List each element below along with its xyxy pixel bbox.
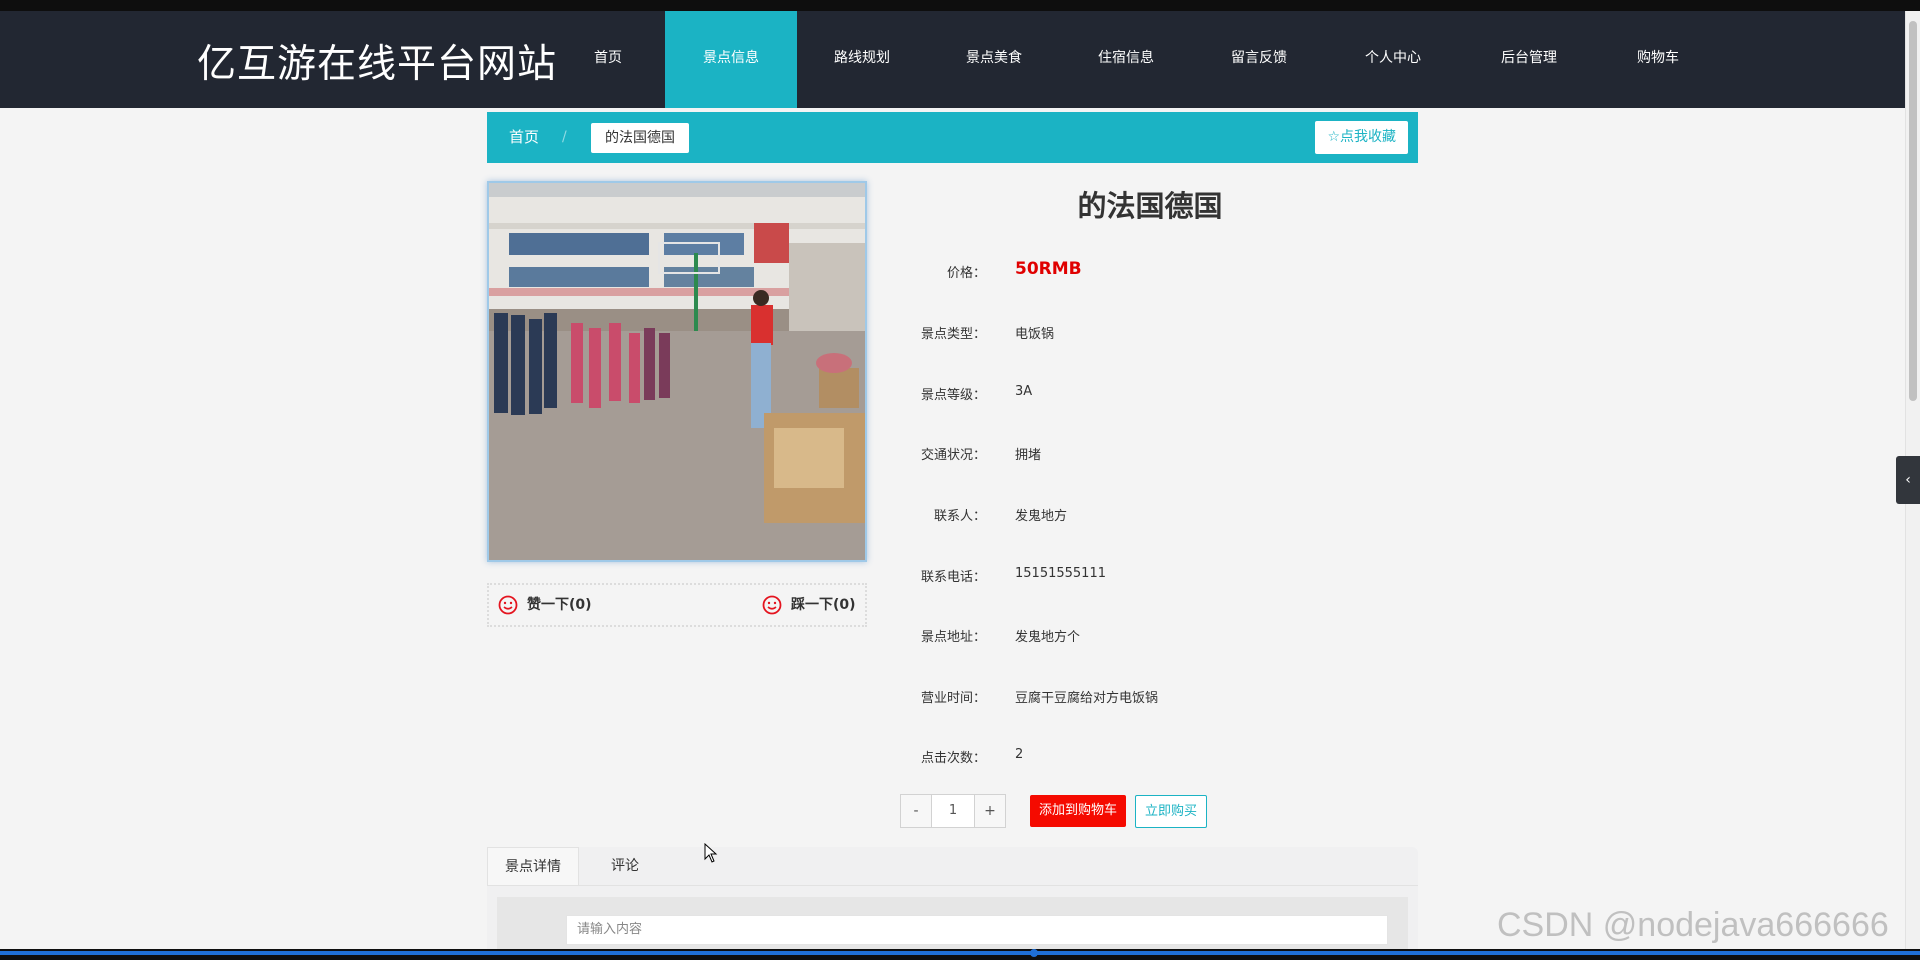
clicks-value: 2 [1015,747,1024,762]
nav-item-cart[interactable]: 购物车 [1610,11,1706,108]
vote-bar: 赞一下(0) 踩一下(0) [487,583,867,627]
mouse-cursor-icon [704,843,718,863]
buy-now-button[interactable]: 立即购买 [1135,795,1208,828]
attraction-photo-illustration [489,183,865,560]
quantity-increase-button[interactable]: + [975,795,1005,827]
quantity-decrease-button[interactable]: - [901,795,931,827]
breadcrumb: 首页 / 的法国德国 ☆点我收藏 [487,112,1418,163]
dislike-label: 踩一下(0) [791,597,856,613]
favorite-button[interactable]: ☆点我收藏 [1315,121,1408,154]
address-value: 发鬼地方个 [1015,630,1081,645]
side-panel-toggle[interactable]: ‹ [1896,456,1920,504]
watermark: CSDN @nodejava666666 [1497,906,1889,944]
video-progress-bar[interactable] [0,949,1920,960]
breadcrumb-separator: / [562,129,567,145]
traffic-label: 交通状况： [920,448,986,463]
contact-value: 发鬼地方 [1015,509,1068,524]
tab-comments[interactable]: 评论 [579,847,671,885]
dislike-button[interactable]: 踩一下(0) [762,585,856,625]
site-title: 亿互游在线平台网站 [197,42,558,87]
nav-item-home[interactable]: 首页 [563,11,653,108]
like-button[interactable]: 赞一下(0) [498,585,592,625]
level-value: 3A [1015,384,1033,399]
quantity-input[interactable]: 1 [931,795,975,827]
nav-item-profile[interactable]: 个人中心 [1338,11,1448,108]
nav-item-feedback[interactable]: 留言反馈 [1205,11,1313,108]
progress-knob[interactable] [1030,949,1038,957]
tabs-divider [487,885,1418,886]
add-to-cart-button[interactable]: 添加到购物车 [1030,795,1127,827]
breadcrumb-home-link[interactable]: 首页 [509,112,539,163]
progress-track [0,951,1920,955]
address-label: 景点地址： [920,630,986,645]
type-value: 电饭锅 [1015,327,1055,342]
level-label: 景点等级： [920,388,986,403]
contact-label: 联系人： [933,509,986,524]
comment-input[interactable]: 请输入内容 [566,915,1388,945]
navbar: 亿互游在线平台网站 首页 景点信息 路线规划 景点美食 住宿信息 留言反馈 个人… [0,11,1905,108]
type-label: 景点类型： [920,327,986,342]
traffic-value: 拥堵 [1015,448,1042,463]
detail-tabs-panel: 景点详情 评论 请输入内容 [487,847,1418,960]
scrollbar-thumb[interactable] [1909,21,1917,401]
nav-item-routes[interactable]: 路线规划 [808,11,916,108]
hours-value: 豆腐干豆腐给对方电饭锅 [1015,691,1159,706]
price-label: 价格： [946,266,986,281]
tab-attraction-details[interactable]: 景点详情 [487,847,579,885]
smiley-icon [498,595,518,615]
nav-item-food[interactable]: 景点美食 [940,11,1048,108]
nav-item-lodging[interactable]: 住宿信息 [1072,11,1180,108]
smiley-icon [762,595,782,615]
quantity-stepper: - 1 + [900,794,1006,828]
attraction-photo [487,181,867,562]
phone-label: 联系电话： [920,570,986,585]
browser-top-strip [0,0,1920,11]
breadcrumb-current: 的法国德国 [591,123,689,153]
phone-value: 15151555111 [1015,566,1106,581]
nav-item-attractions[interactable]: 景点信息 [665,11,797,108]
chevron-left-icon: ‹ [1905,472,1911,488]
nav-item-admin[interactable]: 后台管理 [1474,11,1584,108]
clicks-label: 点击次数： [920,751,986,766]
hours-label: 营业时间： [920,691,986,706]
like-label: 赞一下(0) [527,597,592,613]
attraction-title: 的法国德国 [1077,189,1223,223]
price-value: 50RMB [1015,259,1082,279]
